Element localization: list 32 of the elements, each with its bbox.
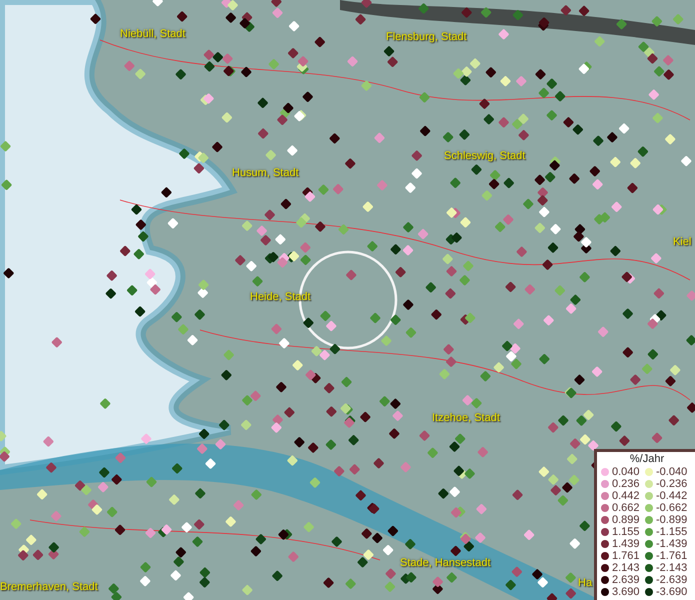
legend-label: 0.662	[612, 502, 640, 514]
legend-label: 1.761	[612, 550, 640, 562]
place-label: Bremerhaven, Stadt	[0, 581, 98, 594]
legend-label: -0.442	[656, 490, 688, 502]
legend-label: -1.761	[656, 550, 688, 562]
place-label: Itzehoe, Stadt	[432, 412, 500, 425]
place-label: Husum, Stadt	[232, 167, 299, 180]
legend-label: 1.155	[612, 526, 640, 538]
legend-label: 2.639	[612, 574, 640, 586]
legend-label: -0.662	[656, 502, 688, 514]
place-label: Schleswig, Stadt	[444, 150, 526, 163]
place-label: Stade, Hansestadt	[400, 557, 491, 570]
place-label: Ha	[578, 577, 592, 590]
place-label: Kiel	[673, 236, 692, 249]
place-label: Niebüll, Stadt	[120, 28, 186, 41]
legend-label: 0.442	[612, 490, 640, 502]
legend-label: 1.439	[612, 538, 640, 550]
legend-label: 3.690	[612, 586, 640, 598]
legend-label: 0.236	[612, 478, 640, 490]
legend-label: -1.155	[656, 526, 688, 538]
legend-label: -0.899	[656, 514, 688, 526]
legend-label: 0.040	[612, 466, 640, 478]
legend-label: -3.690	[656, 586, 688, 598]
legend-label: -2.143	[656, 562, 688, 574]
legend-label: 2.143	[612, 562, 640, 574]
legend-label: -1.439	[656, 538, 688, 550]
legend-label: -2.639	[656, 574, 688, 586]
legend-title: %/Jahr	[628, 453, 666, 466]
legend-label: -0.040	[656, 466, 688, 478]
legend-label: 0.899	[612, 514, 640, 526]
place-label: Flensburg, Stadt	[386, 31, 467, 44]
legend-label: -0.236	[656, 478, 688, 490]
